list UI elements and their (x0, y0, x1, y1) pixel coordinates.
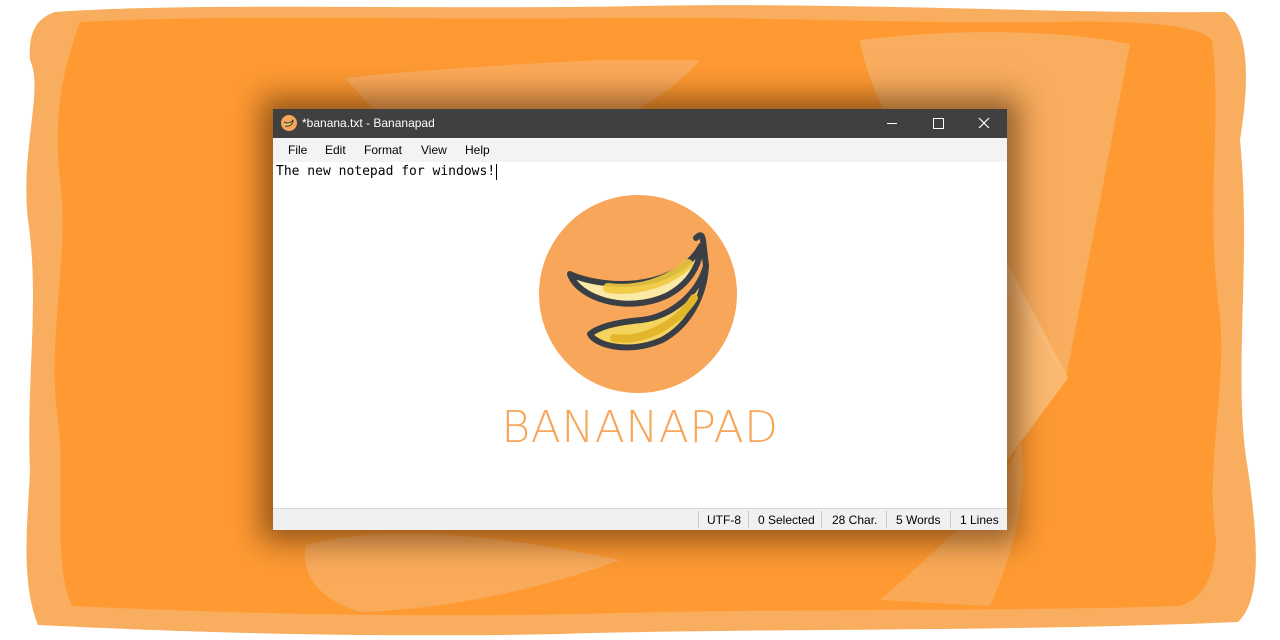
status-selected: 0 Selected (758, 513, 815, 527)
banana-logo-icon (539, 195, 737, 393)
status-separator (748, 511, 749, 528)
menu-help[interactable]: Help (465, 143, 490, 157)
status-lines: 1 Lines (960, 513, 999, 527)
menu-file[interactable]: File (288, 143, 307, 157)
status-separator (698, 511, 699, 528)
status-separator (821, 511, 822, 528)
close-button[interactable] (961, 109, 1007, 138)
maximize-button[interactable] (915, 109, 961, 138)
close-icon (978, 117, 990, 129)
title-bar[interactable]: *banana.txt - Bananapad (273, 109, 1007, 138)
menu-bar: File Edit Format View Help (273, 138, 1007, 162)
status-encoding[interactable]: UTF-8 (707, 513, 741, 527)
maximize-icon (933, 118, 944, 129)
window-title: *banana.txt - Bananapad (302, 116, 435, 130)
status-words: 5 Words (896, 513, 941, 527)
status-chars: 28 Char. (832, 513, 878, 527)
bananapad-window: *banana.txt - Bananapad File Edit Format… (273, 109, 1007, 530)
editor-text-line: The new notepad for windows! (276, 164, 496, 179)
minimize-button[interactable] (869, 109, 915, 138)
text-caret (496, 164, 498, 180)
banana-app-icon (281, 115, 297, 131)
menu-format[interactable]: Format (364, 143, 402, 157)
menu-view[interactable]: View (421, 143, 447, 157)
text-editor[interactable]: The new notepad for windows! BANANAPAD (273, 162, 1007, 508)
status-bar: UTF-8 0 Selected 28 Char. 5 Words 1 Line… (273, 508, 1007, 530)
menu-edit[interactable]: Edit (325, 143, 346, 157)
status-separator (950, 511, 951, 528)
editor-content[interactable]: The new notepad for windows! (276, 164, 498, 180)
minimize-icon (887, 123, 897, 124)
status-separator (886, 511, 887, 528)
bananapad-wordmark: BANANAPAD (501, 402, 779, 453)
